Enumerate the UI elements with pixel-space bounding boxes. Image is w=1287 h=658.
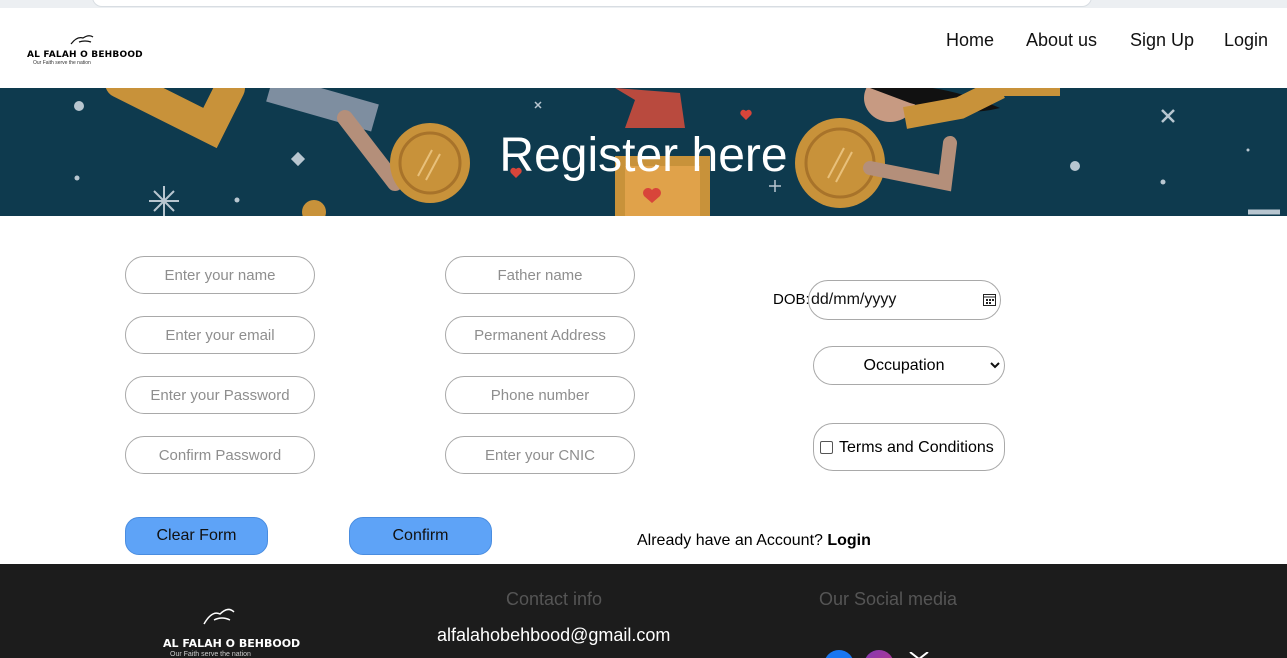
terms-label: Terms and Conditions <box>839 439 994 456</box>
dob-label: DOB: <box>773 291 810 308</box>
contact-email[interactable]: alfalahobehbood@gmail.com <box>437 625 670 646</box>
permanent-address-input[interactable]: Permanent Address <box>445 316 635 354</box>
address-bar <box>92 0 1092 7</box>
site-footer: AL FALAH O BEHBOOD Our Faith serve the n… <box>0 564 1287 658</box>
nav-sign-up[interactable]: Sign Up <box>1130 30 1194 51</box>
password-input[interactable]: Enter your Password <box>125 376 315 414</box>
nav-home[interactable]: Home <box>946 30 994 51</box>
footer-logo[interactable]: AL FALAH O BEHBOOD Our Faith serve the n… <box>162 602 300 658</box>
praying-hands-icon <box>203 608 235 625</box>
browser-top-strip <box>0 0 1287 8</box>
logo-tagline: Our Faith serve the nation <box>33 60 91 66</box>
page-title: Register here <box>499 129 788 182</box>
social-heading: Our Social media <box>819 589 958 609</box>
cnic-input[interactable]: Enter your CNIC <box>445 436 635 474</box>
phone-number-input[interactable]: Phone number <box>445 376 635 414</box>
confirm-button[interactable]: Confirm <box>349 517 492 555</box>
already-have-account: Already have an Account? Login <box>637 532 871 550</box>
email-input[interactable]: Enter your email <box>125 316 315 354</box>
site-logo[interactable]: AL FALAH O BEHBOOD Our Faith serve the n… <box>27 35 143 68</box>
calendar-icon[interactable] <box>983 293 996 306</box>
footer-logo-brand: AL FALAH O BEHBOOD <box>163 637 301 650</box>
nav-about-us[interactable]: About us <box>1026 30 1097 51</box>
praying-hands-icon <box>70 35 94 45</box>
chevron-down-icon <box>990 362 1000 369</box>
name-input[interactable]: Enter your name <box>125 256 315 294</box>
login-link[interactable]: Login <box>827 532 871 549</box>
occupation-value: Occupation <box>863 357 945 374</box>
dob-input[interactable]: dd/mm/yyyy <box>808 280 1001 320</box>
terms-checkbox[interactable] <box>820 441 833 454</box>
hero-banner: Register here <box>0 88 1287 216</box>
nav-login[interactable]: Login <box>1224 30 1268 51</box>
instagram-icon[interactable] <box>864 650 894 658</box>
contact-heading: Contact info <box>506 589 603 609</box>
site-header: AL FALAH O BEHBOOD Our Faith serve the n… <box>0 8 1287 88</box>
clear-form-button[interactable]: Clear Form <box>125 517 268 555</box>
logo-brand: AL FALAH O BEHBOOD <box>27 50 143 60</box>
footer-logo-tagline: Our Faith serve the nation <box>170 651 251 658</box>
father-name-input[interactable]: Father name <box>445 256 635 294</box>
x-icon[interactable] <box>906 652 932 658</box>
already-text: Already have an Account? <box>637 532 823 549</box>
dob-placeholder: dd/mm/yyyy <box>811 291 897 308</box>
facebook-icon[interactable] <box>824 650 854 658</box>
terms-box: Terms and Conditions <box>813 423 1005 471</box>
occupation-select[interactable]: Occupation <box>813 346 1005 385</box>
confirm-password-input[interactable]: Confirm Password <box>125 436 315 474</box>
